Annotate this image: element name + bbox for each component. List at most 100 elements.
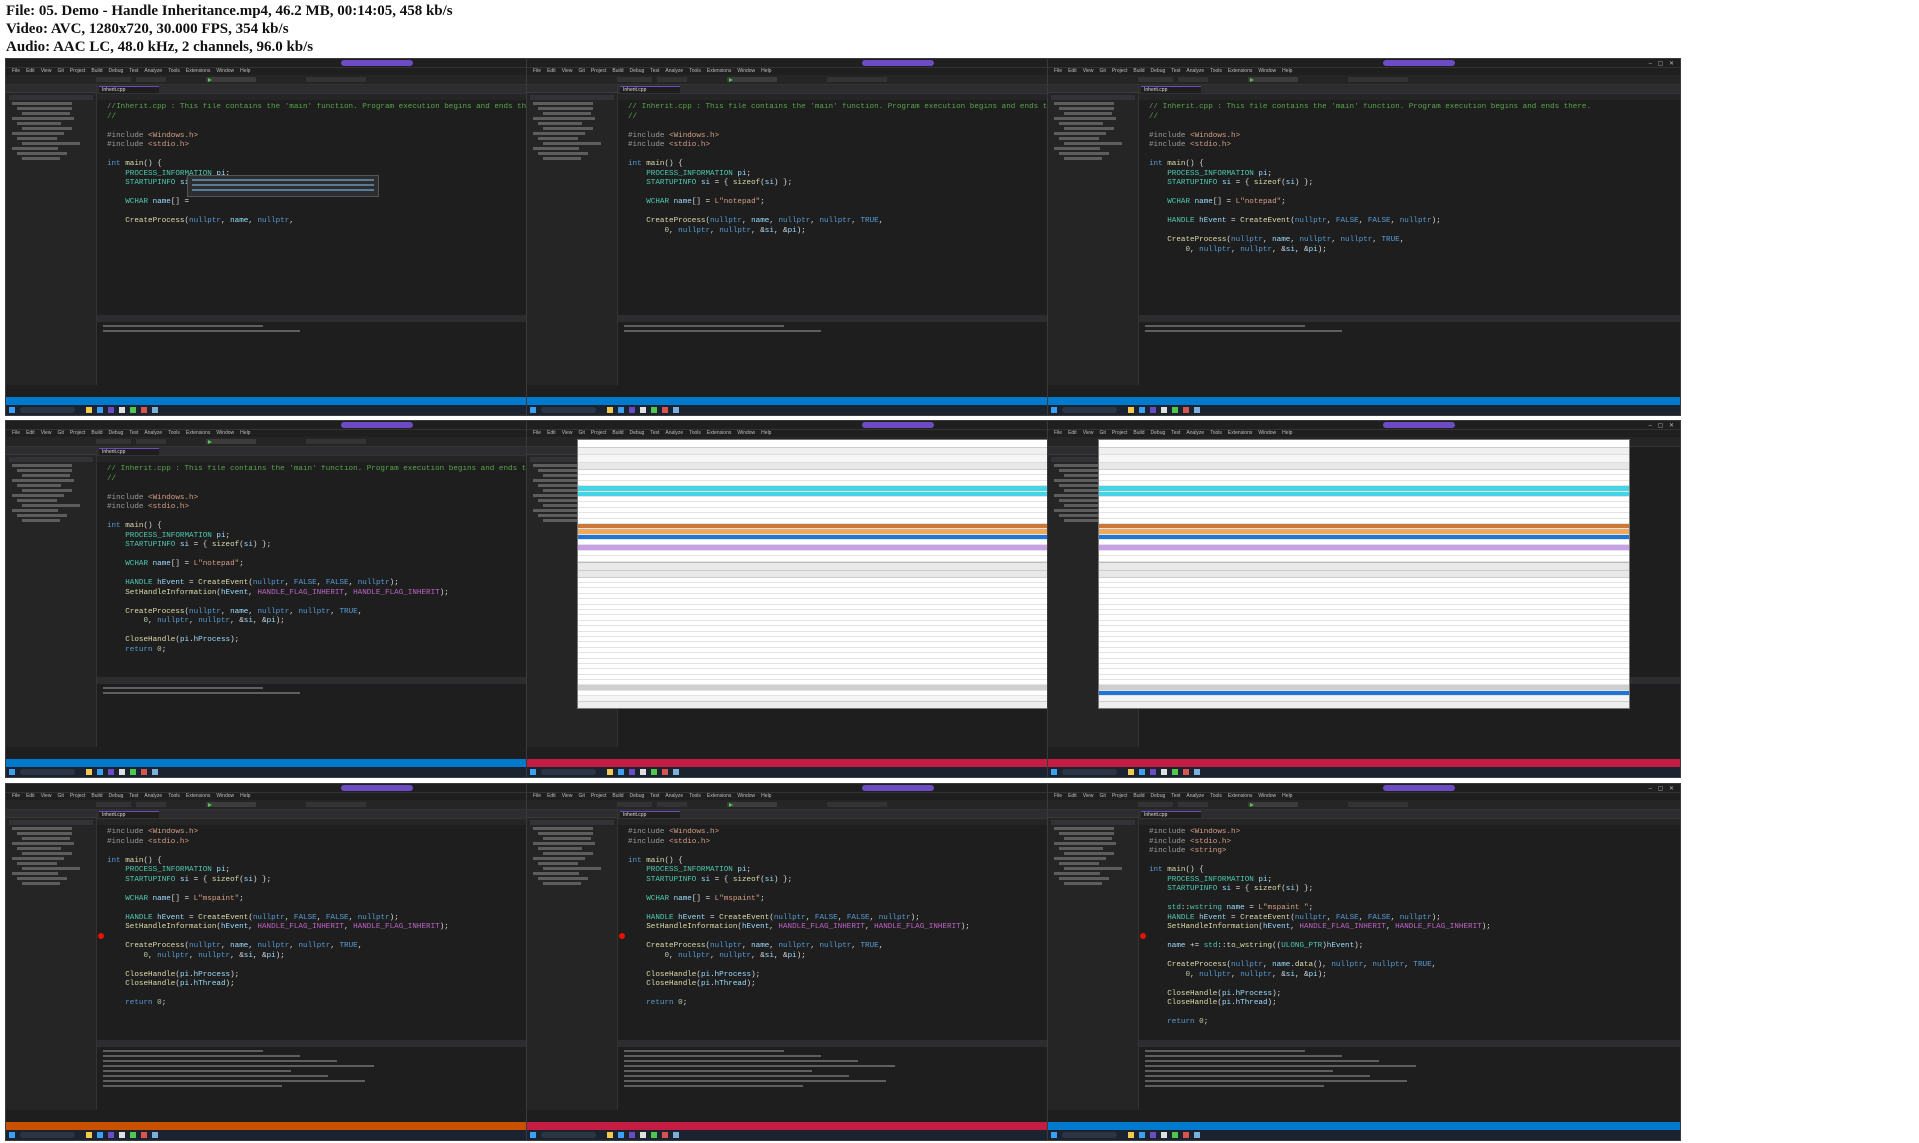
menu-item-extensions[interactable]: Extensions [707,793,731,800]
taskbar-search-box[interactable] [1062,407,1117,413]
toolbar-dropdown[interactable] [827,802,887,807]
menu-item-git[interactable]: Git [1099,793,1105,800]
toolbar-dropdown[interactable] [306,802,366,807]
tree-item[interactable] [533,117,595,120]
taskbar-app-icon[interactable] [1139,769,1145,775]
menu-item-test[interactable]: Test [1171,68,1180,75]
menu-item-build[interactable]: Build [612,68,623,75]
taskbar-app-icon[interactable] [651,769,657,775]
tree-item[interactable] [533,842,595,845]
windows-start-icon[interactable] [530,1132,536,1138]
menu-item-test[interactable]: Test [1171,430,1180,437]
menu-item-help[interactable]: Help [761,430,771,437]
menu-item-debug[interactable]: Debug [109,430,124,437]
solution-search-box[interactable] [1051,820,1135,825]
taskbar-app-icon[interactable] [108,1132,114,1138]
tree-item[interactable] [1054,132,1106,135]
tree-item[interactable] [1064,837,1112,840]
handle-row[interactable] [578,690,1108,697]
tree-item[interactable] [22,504,80,507]
menu-item-git[interactable]: Git [57,68,63,75]
tree-item[interactable] [1059,484,1103,487]
menu-item-help[interactable]: Help [240,793,250,800]
tree-item[interactable] [543,127,593,130]
toolbar-dropdown[interactable] [96,77,131,82]
menu-item-extensions[interactable]: Extensions [1228,793,1252,800]
taskbar-app-icon[interactable] [618,1132,624,1138]
tree-item[interactable] [17,107,72,110]
tree-item[interactable] [22,142,80,145]
taskbar-app-icon[interactable] [1194,769,1200,775]
taskbar-app-icon[interactable] [1128,407,1134,413]
taskbar-app-icon[interactable] [662,1132,668,1138]
taskbar-search-box[interactable] [541,1132,596,1138]
taskbar-app-icon[interactable] [1161,769,1167,775]
toolbar-dropdown[interactable] [1138,802,1173,807]
menu-item-project[interactable]: Project [1112,430,1128,437]
tree-item[interactable] [17,499,57,502]
tree-item[interactable] [1054,857,1106,860]
menu-item-debug[interactable]: Debug [630,793,645,800]
menu-item-file[interactable]: File [12,793,20,800]
tree-item[interactable] [1059,832,1114,835]
menu-item-file[interactable]: File [533,68,541,75]
taskbar-app-icon[interactable] [141,407,147,413]
menu-item-edit[interactable]: Edit [26,430,35,437]
menu-item-analyze[interactable]: Analyze [144,430,162,437]
editor-gutter[interactable] [97,828,105,1040]
windows-start-icon[interactable] [530,769,536,775]
menu-item-git[interactable]: Git [578,68,584,75]
menu-item-git[interactable]: Git [57,793,63,800]
run-debugger-button[interactable] [1248,802,1298,807]
menu-item-view[interactable]: View [41,793,52,800]
toolbar-dropdown[interactable] [1178,802,1208,807]
code-text[interactable]: #include <Windows.h> #include <stdio.h> #i… [1149,828,1674,1028]
editor-gutter[interactable] [618,828,626,1040]
editor-tab-inherit-cpp[interactable]: Inherit.cpp [620,86,680,93]
taskbar-app-icon[interactable] [673,1132,679,1138]
tree-item[interactable] [538,484,582,487]
menu-item-help[interactable]: Help [1282,793,1292,800]
taskbar-app-icon[interactable] [119,407,125,413]
tree-item[interactable] [17,862,57,865]
menu-item-build[interactable]: Build [1133,430,1144,437]
menu-item-help[interactable]: Help [761,68,771,75]
taskbar-app-icon[interactable] [618,769,624,775]
tree-item[interactable] [543,837,591,840]
taskbar-app-icon[interactable] [152,769,158,775]
menu-item-edit[interactable]: Edit [547,430,556,437]
editor-gutter[interactable] [1139,103,1147,315]
menu-item-test[interactable]: Test [650,430,659,437]
handle-row[interactable] [1099,690,1629,697]
taskbar-app-icon[interactable] [1161,407,1167,413]
tree-item[interactable] [1064,127,1114,130]
taskbar-app-icon[interactable] [1150,769,1156,775]
tree-item[interactable] [543,867,601,870]
menu-item-project[interactable]: Project [1112,793,1128,800]
menu-item-build[interactable]: Build [1133,68,1144,75]
taskbar-search-box[interactable] [20,407,75,413]
menu-item-tools[interactable]: Tools [1210,68,1222,75]
taskbar-app-icon[interactable] [629,407,635,413]
menu-item-view[interactable]: View [41,430,52,437]
toolbar-dropdown[interactable] [1138,77,1173,82]
menu-item-debug[interactable]: Debug [109,793,124,800]
tree-item[interactable] [12,872,58,875]
run-debugger-button[interactable] [206,439,256,444]
taskbar-app-icon[interactable] [629,1132,635,1138]
menu-item-file[interactable]: File [1054,430,1062,437]
navigation-bar[interactable] [1139,819,1680,825]
windows-start-icon[interactable] [9,1132,15,1138]
taskbar-app-icon[interactable] [152,1132,158,1138]
tree-item[interactable] [1054,147,1100,150]
menu-item-window[interactable]: Window [216,793,234,800]
menu-item-build[interactable]: Build [91,430,102,437]
menu-item-test[interactable]: Test [129,430,138,437]
taskbar-app-icon[interactable] [1161,1132,1167,1138]
tree-item[interactable] [22,112,70,115]
menu-item-extensions[interactable]: Extensions [1228,68,1252,75]
menu-item-debug[interactable]: Debug [630,68,645,75]
tree-item[interactable] [1054,872,1100,875]
tree-item[interactable] [543,519,581,522]
tree-item[interactable] [538,877,588,880]
